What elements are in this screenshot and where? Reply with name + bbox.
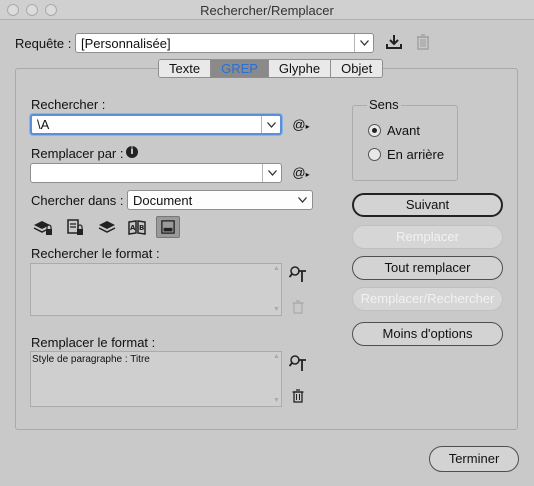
clear-replace-format-trash-icon[interactable] [291, 388, 305, 404]
scroll-down-icon[interactable]: ▼ [273, 306, 280, 314]
specify-find-format-icon[interactable] [288, 265, 307, 283]
direction-label: Sens [367, 97, 401, 112]
query-value: [Personnalisée] [81, 36, 171, 51]
replace-all-button[interactable]: Tout remplacer [352, 256, 503, 280]
specify-replace-format-icon[interactable] [288, 354, 307, 372]
find-format-label: Rechercher le format : [31, 246, 160, 261]
special-characters-search-icon[interactable]: @▸ [291, 117, 311, 133]
chevron-down-icon[interactable] [262, 164, 281, 182]
save-query-icon[interactable] [385, 33, 403, 51]
search-in-value: Document [133, 193, 193, 208]
query-label: Requête : [15, 36, 72, 51]
include-locked-layers-icon[interactable] [32, 217, 54, 237]
tab-grep[interactable]: GREP [211, 60, 269, 77]
window-title: Rechercher/Remplacer [200, 3, 334, 18]
next-button[interactable]: Suivant [352, 193, 503, 217]
search-type-tabs: Texte GREP Glyphe Objet [158, 59, 384, 78]
radio-en-arriere-label[interactable]: En arrière [387, 147, 444, 162]
replace-format-box[interactable]: Style de paragraphe : Titre ▲ ▼ [30, 351, 282, 407]
search-in-select[interactable]: Document [127, 190, 313, 210]
replace-format-value: Style de paragraphe : Titre [32, 354, 150, 365]
replace-find-button[interactable]: Remplacer/Rechercher [352, 287, 503, 311]
done-button[interactable]: Terminer [429, 446, 519, 472]
find-format-box[interactable]: ▲ ▼ [30, 263, 282, 316]
direction-group [352, 105, 458, 181]
replace-button[interactable]: Remplacer [352, 225, 503, 249]
radio-avant-label[interactable]: Avant [387, 123, 420, 138]
tab-glyphe[interactable]: Glyphe [268, 60, 332, 77]
title-bar: Rechercher/Remplacer [0, 0, 534, 20]
include-hidden-layers-icon[interactable] [96, 217, 118, 237]
delete-query-trash-icon[interactable] [415, 33, 431, 51]
fewer-options-button[interactable]: Moins d'options [352, 322, 503, 346]
special-characters-replace-icon[interactable]: @▸ [291, 165, 311, 181]
chevron-down-icon[interactable] [261, 116, 280, 133]
scroll-up-icon[interactable]: ▲ [273, 353, 280, 361]
search-label: Rechercher : [31, 97, 106, 112]
include-footnotes-icon[interactable] [156, 216, 180, 238]
tab-objet[interactable]: Objet [331, 60, 383, 77]
replace-label: Remplacer par : [31, 146, 124, 161]
radio-en-arriere[interactable] [368, 148, 381, 161]
scroll-up-icon[interactable]: ▲ [273, 265, 280, 273]
include-master-pages-icon[interactable]: A B [126, 217, 148, 237]
replace-format-label: Remplacer le format : [31, 335, 156, 350]
svg-text:B: B [139, 224, 144, 232]
scroll-down-icon[interactable]: ▼ [273, 397, 280, 405]
radio-avant[interactable] [368, 124, 381, 137]
chevron-down-icon[interactable] [293, 191, 312, 209]
clear-find-format-trash-icon [291, 299, 305, 315]
include-locked-stories-icon[interactable] [64, 217, 86, 237]
tab-texte[interactable]: Texte [159, 60, 212, 77]
search-input[interactable]: \A [30, 114, 282, 135]
search-in-label: Chercher dans : [31, 193, 124, 208]
chevron-down-icon[interactable] [354, 34, 373, 52]
svg-text:A: A [130, 224, 136, 232]
search-value: \A [37, 117, 50, 132]
replace-input[interactable] [30, 163, 282, 183]
info-icon[interactable]: i [126, 146, 138, 158]
query-select[interactable]: [Personnalisée] [75, 33, 374, 53]
